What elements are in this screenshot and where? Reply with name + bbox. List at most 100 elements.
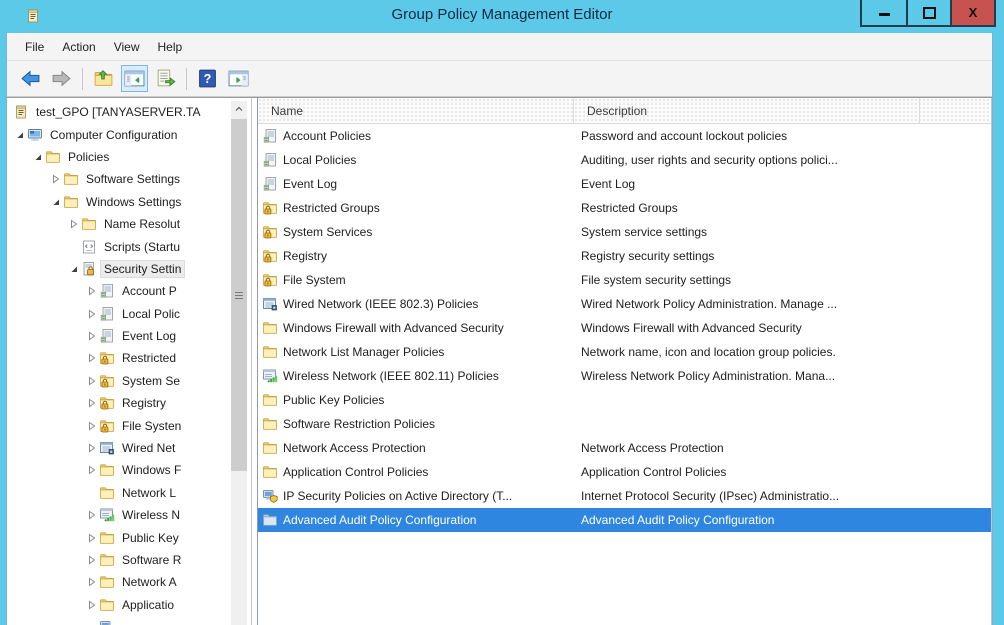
expander-collapsed-icon[interactable] [85,508,99,522]
folder-lock-icon [99,373,115,389]
tree-item[interactable]: Wired Net [7,437,251,459]
expander-collapsed-icon[interactable] [85,307,99,321]
tree-item[interactable]: Network L [7,482,251,504]
row-name-cell: Application Control Policies [258,464,574,480]
scroll-up-arrow-icon[interactable] [231,101,247,117]
tree-item[interactable]: Applicatio [7,594,251,616]
forward-icon [51,68,72,89]
tree-item[interactable]: Registry [7,392,251,414]
tree-item[interactable]: Wireless N [7,504,251,526]
table-row[interactable]: Network List Manager Policies Network nam… [258,340,991,364]
show-action-pane-button[interactable] [225,65,252,92]
expander-collapsed-icon[interactable] [85,329,99,343]
table-row[interactable]: Software Restriction Policies [258,412,991,436]
expander-collapsed-icon[interactable] [85,396,99,410]
table-row[interactable]: IP Security Policies on Active Directory… [258,484,991,508]
tree-item[interactable]: Name Resolut [7,213,251,235]
tree-item[interactable]: System Se [7,370,251,392]
tree-item[interactable]: Account P [7,280,251,302]
minimize-button[interactable] [862,0,906,25]
menu-file[interactable]: File [16,40,53,54]
expander-collapsed-icon[interactable] [85,598,99,612]
expander-collapsed-icon[interactable] [67,217,81,231]
tree-item[interactable]: Public Key [7,526,251,548]
expander-collapsed-icon[interactable] [85,463,99,477]
tree-item[interactable]: Windows F [7,459,251,481]
expander-expanded-icon[interactable] [67,262,81,276]
table-row[interactable]: Wireless Network (IEEE 802.11) Policies W… [258,364,991,388]
action-pane-icon [228,68,249,89]
tree-item[interactable]: test_GPO [TANYASERVER.TA [7,101,251,123]
expander-collapsed-icon[interactable] [85,575,99,589]
table-row[interactable]: System Services System service settings [258,220,991,244]
policy-server-icon [99,306,115,322]
menu-view[interactable]: View [105,40,149,54]
menu-action[interactable]: Action [53,40,104,54]
table-row[interactable]: File System File system security settings [258,268,991,292]
table-row[interactable]: Public Key Policies [258,388,991,412]
row-name-text: IP Security Policies on Active Directory… [283,489,513,503]
expander-collapsed-icon[interactable] [85,419,99,433]
close-icon: X [968,5,978,20]
expander-collapsed-icon[interactable] [49,172,63,186]
tree-item[interactable]: Scripts (Startu [7,235,251,257]
show-console-tree-button[interactable] [121,65,148,92]
up-one-level-button[interactable] [90,65,117,92]
expander-expanded-icon[interactable] [31,150,45,164]
forward-button[interactable] [48,65,75,92]
table-row[interactable]: Local Policies Auditing, user rights and … [258,148,991,172]
tree-item[interactable]: Local Polic [7,303,251,325]
export-list-button[interactable] [152,65,179,92]
tree-item[interactable]: Restricted [7,347,251,369]
tree-item[interactable]: Network A [7,571,251,593]
tree-item[interactable]: Software R [7,549,251,571]
tree-item[interactable]: Policies [7,146,251,168]
table-row[interactable]: Account Policies Password and account loc… [258,124,991,148]
table-row[interactable]: Wired Network (IEEE 802.3) Policies Wired… [258,292,991,316]
tree-item[interactable] [7,616,251,625]
expander-collapsed-icon[interactable] [85,374,99,388]
expander-collapsed-icon[interactable] [85,441,99,455]
tree-item[interactable]: Windows Settings [7,191,251,213]
toolbar-separator [186,67,187,90]
back-button[interactable] [17,65,44,92]
tree-item-label: Windows Settings [86,194,182,209]
table-row[interactable]: Windows Firewall with Advanced Security W… [258,316,991,340]
folder-icon [99,485,115,501]
tree-item[interactable]: Software Settings [7,168,251,190]
expander-collapsed-icon[interactable] [85,351,99,365]
folder-lock-icon [99,350,115,366]
menu-help[interactable]: Help [149,40,192,54]
table-row[interactable]: Registry Registry security settings [258,244,991,268]
folder-icon [63,194,79,210]
expander-expanded-icon[interactable] [13,128,27,142]
help-button[interactable]: ? [194,65,221,92]
maximize-button[interactable] [906,0,950,25]
close-button[interactable]: X [950,0,994,25]
expander-collapsed-icon[interactable] [85,553,99,567]
row-name-cell: Wired Network (IEEE 802.3) Policies [258,296,574,312]
column-header-description[interactable]: Description [574,98,920,123]
folder-icon [262,440,278,456]
folder-lock-icon [262,248,278,264]
table-row[interactable]: Network Access Protection Network Access … [258,436,991,460]
expander-collapsed-icon[interactable] [85,531,99,545]
details-pane: Name Description Account Policies Passwor… [257,98,992,625]
title-bar[interactable]: Group Policy Management Editor X [0,0,1004,33]
tree-item-label: Wired Net [122,441,176,456]
tree-item[interactable]: File Systen [7,414,251,436]
tree-scrollbar[interactable] [231,101,247,625]
expander-expanded-icon[interactable] [49,195,63,209]
tree-item[interactable]: Computer Configuration [7,123,251,145]
tree-item[interactable]: Security Settin [7,258,251,280]
column-header-name[interactable]: Name [258,98,574,123]
table-row[interactable]: Restricted Groups Restricted Groups [258,196,991,220]
help-icon: ? [197,68,218,89]
table-row[interactable]: Advanced Audit Policy Configuration Advan… [258,508,991,532]
expander-collapsed-icon[interactable] [85,284,99,298]
tree-item[interactable]: Event Log [7,325,251,347]
table-row[interactable]: Event Log Event Log [258,172,991,196]
scrollbar-thumb[interactable] [231,119,247,471]
folder-lock-icon [262,272,278,288]
table-row[interactable]: Application Control Policies Application … [258,460,991,484]
